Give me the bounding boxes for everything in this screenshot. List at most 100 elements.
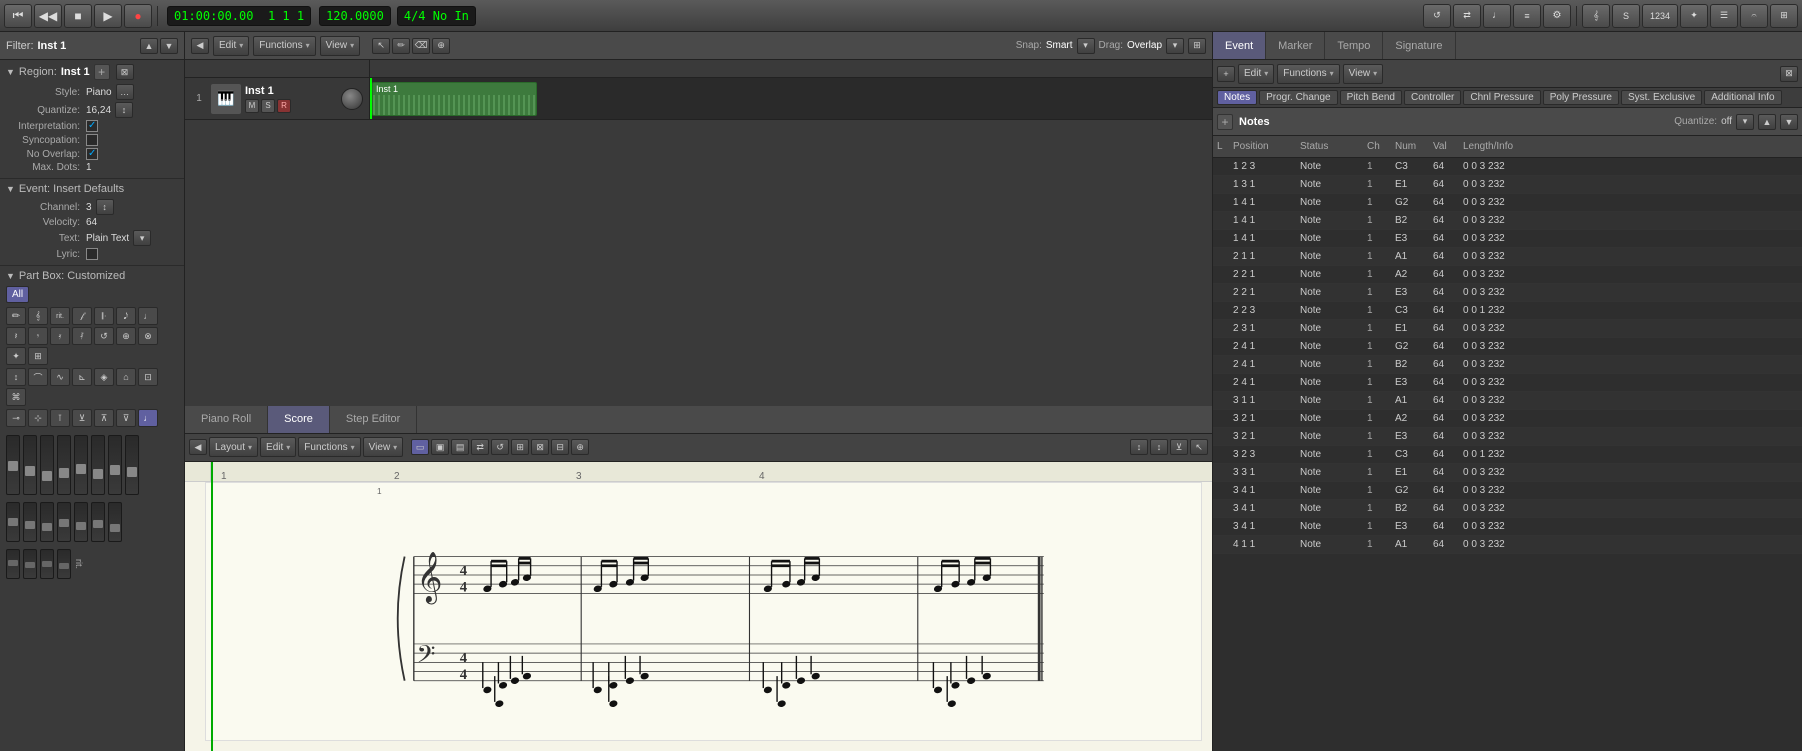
part-tool-5[interactable]: 𝅘𝅥𝅮: [116, 307, 136, 325]
col-val[interactable]: Val: [1429, 141, 1459, 152]
part-tool-9[interactable]: 𝄿: [50, 327, 70, 345]
part-tool-10[interactable]: 𝅀: [72, 327, 92, 345]
score-tool-2[interactable]: ▣: [431, 439, 449, 455]
part-tool-r4[interactable]: ⊾: [72, 368, 92, 386]
solo-button[interactable]: S: [261, 99, 275, 113]
filter-down-btn[interactable]: ▼: [160, 38, 178, 54]
event-edit-btn[interactable]: Edit ▾: [1238, 64, 1274, 84]
score-extra-1[interactable]: ⊻: [1170, 439, 1188, 455]
event-type-controller[interactable]: Controller: [1404, 90, 1461, 105]
small-fader-4[interactable]: [57, 502, 71, 542]
part-tool-15[interactable]: ⊞: [28, 347, 48, 365]
event-type-poly-pressure[interactable]: Poly Pressure: [1543, 90, 1619, 105]
rewind-button[interactable]: ⏮: [4, 4, 32, 28]
part-tool-14[interactable]: ✦: [6, 347, 26, 365]
score-view-btn[interactable]: View ▾: [363, 437, 404, 457]
small-fader-2[interactable]: [23, 502, 37, 542]
small-fader-7[interactable]: [108, 502, 122, 542]
event-row[interactable]: 2 1 1 Note 1 A1 64 0 0 3 232: [1213, 248, 1802, 266]
fast-back-button[interactable]: ◀◀: [34, 4, 62, 28]
pencil-tool[interactable]: ✏: [392, 38, 410, 54]
region-block[interactable]: Inst 1: [372, 82, 537, 116]
part-tool-r6[interactable]: ⌂: [116, 368, 136, 386]
small-fader-5[interactable]: [74, 502, 88, 542]
tab-score[interactable]: Score: [268, 406, 330, 433]
lyric-checkbox[interactable]: [86, 248, 98, 260]
col-status[interactable]: Status: [1296, 141, 1351, 152]
col-num[interactable]: Num: [1391, 141, 1429, 152]
small-fader-1[interactable]: [6, 502, 20, 542]
fader-7[interactable]: [108, 435, 122, 495]
volume-knob[interactable]: [341, 88, 363, 110]
event-row[interactable]: 2 4 1 Note 1 E3 64 0 0 3 232: [1213, 374, 1802, 392]
event-add-btn[interactable]: +: [1217, 66, 1235, 82]
tiny-fader-4[interactable]: [57, 549, 71, 579]
quantize-stepper-up[interactable]: ▲: [1758, 114, 1776, 130]
part-tool-s7[interactable]: ♩: [138, 409, 158, 427]
piano-button[interactable]: 𝄐: [1740, 4, 1768, 28]
fader-2[interactable]: [23, 435, 37, 495]
event-type-syst-exclusive[interactable]: Syst. Exclusive: [1621, 90, 1702, 105]
score-edit-btn[interactable]: Edit ▾: [260, 437, 296, 457]
quantize-options[interactable]: ▾: [1736, 114, 1754, 130]
score-tool-5[interactable]: ↺: [491, 439, 509, 455]
mute-button[interactable]: M: [245, 99, 259, 113]
part-tool-r5[interactable]: ◈: [94, 368, 114, 386]
event-row[interactable]: 1 4 1 Note 1 E3 64 0 0 3 232: [1213, 230, 1802, 248]
part-tool-r3[interactable]: ∿: [50, 368, 70, 386]
col-length[interactable]: Length/Info: [1459, 141, 1802, 152]
score-tool-7[interactable]: ⊠: [531, 439, 549, 455]
notes-add-btn[interactable]: +: [1217, 114, 1233, 130]
event-row[interactable]: 2 4 1 Note 1 B2 64 0 0 3 232: [1213, 356, 1802, 374]
zoom-tool[interactable]: ⊕: [432, 38, 450, 54]
record-enable-button[interactable]: R: [277, 99, 291, 113]
stop-button[interactable]: ■: [64, 4, 92, 28]
fader-5[interactable]: [74, 435, 88, 495]
edit-dropdown-btn[interactable]: Edit ▾: [213, 36, 249, 56]
tiny-fader-1[interactable]: [6, 549, 20, 579]
score-tool-6[interactable]: ⊞: [511, 439, 529, 455]
event-row[interactable]: 3 3 1 Note 1 E1 64 0 0 3 232: [1213, 464, 1802, 482]
event-row[interactable]: 2 4 1 Note 1 G2 64 0 0 3 232: [1213, 338, 1802, 356]
style-options-btn[interactable]: …: [116, 84, 134, 100]
drag-options[interactable]: ▾: [1166, 38, 1184, 54]
part-tool-11[interactable]: ↺: [94, 327, 114, 345]
part-tool-s4[interactable]: ⊻: [72, 409, 92, 427]
list-button[interactable]: ☰: [1710, 4, 1738, 28]
part-tool-s5[interactable]: ⊼: [94, 409, 114, 427]
part-tool-text[interactable]: 𝄞: [28, 307, 48, 325]
sheet-music-area[interactable]: 𝄞 𝄢 4 4 4 4: [205, 482, 1202, 742]
quantize-stepper-down[interactable]: ▼: [1780, 114, 1798, 130]
small-fader-6[interactable]: [91, 502, 105, 542]
part-tool-s1[interactable]: ⊸: [6, 409, 26, 427]
mixer-button[interactable]: ≡: [1513, 4, 1541, 28]
channel-stepper[interactable]: ↕: [96, 199, 114, 215]
score-tool-8[interactable]: ⊟: [551, 439, 569, 455]
score-tool-3[interactable]: ▤: [451, 439, 469, 455]
part-tool-7[interactable]: 𝄽: [6, 327, 26, 345]
part-tool-13[interactable]: ⊗: [138, 327, 158, 345]
tab-event[interactable]: Event: [1213, 32, 1266, 59]
part-tool-12[interactable]: ⊕: [116, 327, 136, 345]
score-extra-2[interactable]: ↖: [1190, 439, 1208, 455]
part-tool-r1[interactable]: ↕: [6, 368, 26, 386]
col-ch[interactable]: Ch: [1363, 141, 1391, 152]
part-tool-s3[interactable]: ⊺: [50, 409, 70, 427]
part-tab-all[interactable]: All: [6, 286, 29, 303]
part-tool-r8[interactable]: ⌘: [6, 388, 26, 406]
part-tool-s2[interactable]: ⊹: [28, 409, 48, 427]
tab-tempo[interactable]: Tempo: [1325, 32, 1383, 59]
score-button[interactable]: 𝄞: [1582, 4, 1610, 28]
event-row[interactable]: 3 4 1 Note 1 G2 64 0 0 3 232: [1213, 482, 1802, 500]
tempo-display[interactable]: 120.0000: [319, 6, 391, 26]
part-tool-4[interactable]: 𝄆: [94, 307, 114, 325]
event-list[interactable]: 1 2 3 Note 1 C3 64 0 0 3 232 1 3 1 Note …: [1213, 158, 1802, 751]
part-tool-s6[interactable]: ⊽: [116, 409, 136, 427]
col-position[interactable]: Position: [1229, 141, 1284, 152]
more-arrange-tools[interactable]: ⊞: [1188, 38, 1206, 54]
small-fader-3[interactable]: [40, 502, 54, 542]
part-tool-6[interactable]: ♩: [138, 307, 158, 325]
event-row[interactable]: 1 3 1 Note 1 E1 64 0 0 3 232: [1213, 176, 1802, 194]
fader-6[interactable]: [91, 435, 105, 495]
tab-signature[interactable]: Signature: [1383, 32, 1455, 59]
